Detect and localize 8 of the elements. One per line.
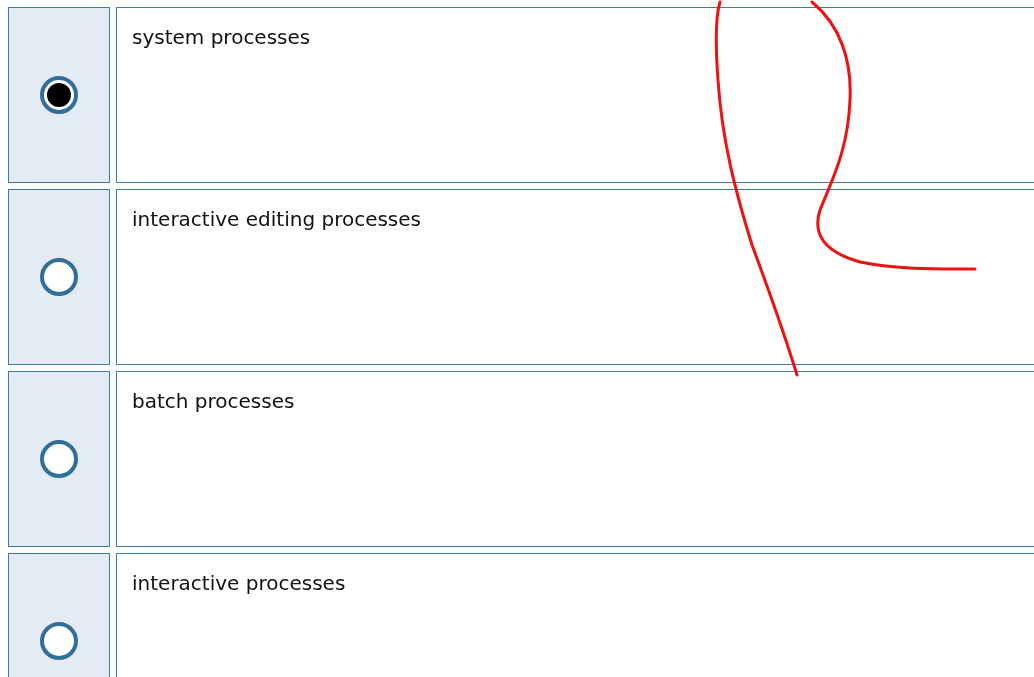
answer-option-text: interactive editing processes — [132, 207, 421, 231]
radio-button[interactable] — [40, 622, 78, 660]
answer-option-text: system processes — [132, 25, 311, 49]
answer-option-text: interactive processes — [132, 571, 346, 595]
radio-button[interactable] — [40, 258, 78, 296]
radio-button[interactable] — [40, 76, 78, 114]
radio-button[interactable] — [40, 440, 78, 478]
answer-option-text: batch processes — [132, 389, 295, 413]
